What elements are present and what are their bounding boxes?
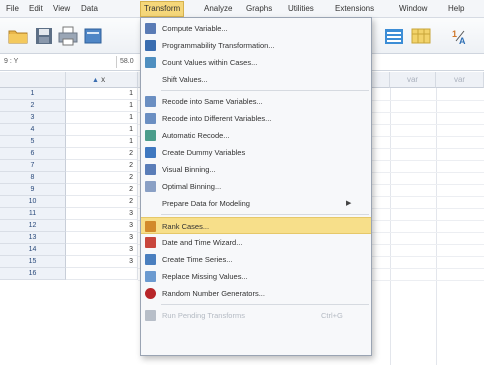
row-header[interactable]: 4	[0, 124, 66, 136]
data-cell[interactable]: 2	[66, 172, 138, 184]
row-header[interactable]: 1	[0, 88, 66, 100]
row-header[interactable]: 10	[0, 196, 66, 208]
data-cell[interactable]: 2	[66, 196, 138, 208]
menu-item-visual-binning[interactable]: Visual Binning...	[141, 161, 371, 178]
data-cell[interactable]: 1	[66, 124, 138, 136]
menu-file[interactable]: File	[3, 2, 22, 16]
split-file-icon[interactable]	[383, 25, 405, 47]
replace-missing-icon	[145, 271, 156, 282]
time-series-icon	[145, 254, 156, 265]
row-header[interactable]: 14	[0, 244, 66, 256]
menu-help[interactable]: Help	[445, 2, 467, 16]
recode-different-icon	[145, 113, 156, 124]
data-cell[interactable]: 2	[66, 160, 138, 172]
row-header[interactable]: 15	[0, 256, 66, 268]
grid-column-line	[390, 88, 391, 365]
row-header[interactable]: 12	[0, 220, 66, 232]
menu-separator	[161, 304, 369, 305]
save-icon[interactable]	[33, 25, 55, 47]
data-cell[interactable]: 2	[66, 148, 138, 160]
column-header-x[interactable]: ▲ x	[66, 72, 138, 88]
variable-scale-icon: ▲	[92, 77, 99, 84]
calculator-icon	[145, 23, 156, 34]
data-cell[interactable]: 1	[66, 88, 138, 100]
menu-item-replace-missing-values[interactable]: Replace Missing Values...	[141, 268, 371, 285]
dice-icon	[145, 288, 156, 299]
menu-item-random-number-generators[interactable]: Random Number Generators...	[141, 285, 371, 302]
count-icon	[145, 57, 156, 68]
data-cell[interactable]: 3	[66, 244, 138, 256]
row-header[interactable]: 5	[0, 136, 66, 148]
menu-item-recode-same[interactable]: Recode into Same Variables...	[141, 93, 371, 110]
row-header[interactable]: 16	[0, 268, 66, 280]
menu-item-programmability-transformation[interactable]: Programmability Transformation...	[141, 37, 371, 54]
menu-graphs[interactable]: Graphs	[243, 2, 275, 16]
data-cell[interactable]: 1	[66, 136, 138, 148]
program-icon	[145, 40, 156, 51]
data-cell[interactable]: 3	[66, 220, 138, 232]
menu-analyze[interactable]: Analyze	[201, 2, 235, 16]
row-header[interactable]: 9	[0, 184, 66, 196]
data-cell[interactable]: 3	[66, 208, 138, 220]
menu-transform[interactable]: Transform	[140, 1, 185, 17]
calendar-icon	[145, 237, 156, 248]
data-cell[interactable]	[66, 268, 138, 280]
print-icon[interactable]	[57, 25, 79, 47]
cell-reference: 9 : Y	[4, 58, 19, 65]
menu-data[interactable]: Data	[78, 2, 101, 16]
menu-separator	[161, 214, 369, 215]
svg-text:1: 1	[452, 29, 457, 39]
cell-value[interactable]: 58.0	[116, 56, 136, 68]
dummy-icon	[145, 147, 156, 158]
data-cell[interactable]: 1	[66, 112, 138, 124]
grid-column-line	[436, 88, 437, 365]
menu-item-optimal-binning[interactable]: Optimal Binning...	[141, 178, 371, 195]
column-header-var[interactable]: var	[390, 72, 436, 88]
menu-item-date-time-wizard[interactable]: Date and Time Wizard...	[141, 234, 371, 251]
menu-extensions[interactable]: Extensions	[332, 2, 377, 16]
data-cell[interactable]: 1	[66, 100, 138, 112]
menu-item-compute-variable[interactable]: Compute Variable...	[141, 20, 371, 37]
menu-item-run-pending-transforms[interactable]: Run Pending Transforms Ctrl+G	[141, 307, 371, 324]
menu-item-create-dummy-variables[interactable]: Create Dummy Variables	[141, 144, 371, 161]
menu-bar: File Edit View Data Transform Analyze Gr…	[0, 0, 484, 18]
table-icon[interactable]	[410, 25, 432, 47]
data-cell[interactable]: 3	[66, 256, 138, 268]
menu-item-prepare-data-for-modeling[interactable]: Prepare Data for Modeling ▶	[141, 195, 371, 212]
menu-window[interactable]: Window	[396, 2, 430, 16]
menu-view[interactable]: View	[50, 2, 73, 16]
menu-item-automatic-recode[interactable]: Automatic Recode...	[141, 127, 371, 144]
auto-recode-icon	[145, 130, 156, 141]
run-icon	[145, 310, 156, 321]
recode-same-icon	[145, 96, 156, 107]
row-header[interactable]: 7	[0, 160, 66, 172]
submenu-arrow-icon: ▶	[346, 200, 352, 207]
menu-item-shift-values[interactable]: Shift Values...	[141, 71, 371, 88]
rank-icon	[145, 221, 156, 232]
svg-text:A: A	[459, 36, 466, 46]
menu-item-recode-different[interactable]: Recode into Different Variables...	[141, 110, 371, 127]
menu-item-create-time-series[interactable]: Create Time Series...	[141, 251, 371, 268]
row-header[interactable]: 2	[0, 100, 66, 112]
open-folder-icon[interactable]	[7, 25, 29, 47]
row-header[interactable]: 13	[0, 232, 66, 244]
row-header[interactable]: 8	[0, 172, 66, 184]
row-header[interactable]: 6	[0, 148, 66, 160]
row-header[interactable]: 3	[0, 112, 66, 124]
transform-menu: Compute Variable... Programmability Tran…	[140, 17, 372, 356]
corner-header[interactable]	[0, 72, 66, 88]
menu-separator	[161, 90, 369, 91]
optimal-binning-icon	[145, 181, 156, 192]
row-header[interactable]: 11	[0, 208, 66, 220]
value-labels-icon[interactable]: 1A	[450, 25, 472, 47]
menu-item-rank-cases[interactable]: Rank Cases...	[141, 217, 371, 234]
data-cell[interactable]: 2	[66, 184, 138, 196]
menu-utilities[interactable]: Utilities	[285, 2, 317, 16]
menu-edit[interactable]: Edit	[26, 2, 46, 16]
data-cell[interactable]: 3	[66, 232, 138, 244]
column-header-var-2[interactable]: var	[436, 72, 484, 88]
menu-item-count-values[interactable]: Count Values within Cases...	[141, 54, 371, 71]
dialog-recall-icon[interactable]	[82, 25, 104, 47]
binning-icon	[145, 164, 156, 175]
